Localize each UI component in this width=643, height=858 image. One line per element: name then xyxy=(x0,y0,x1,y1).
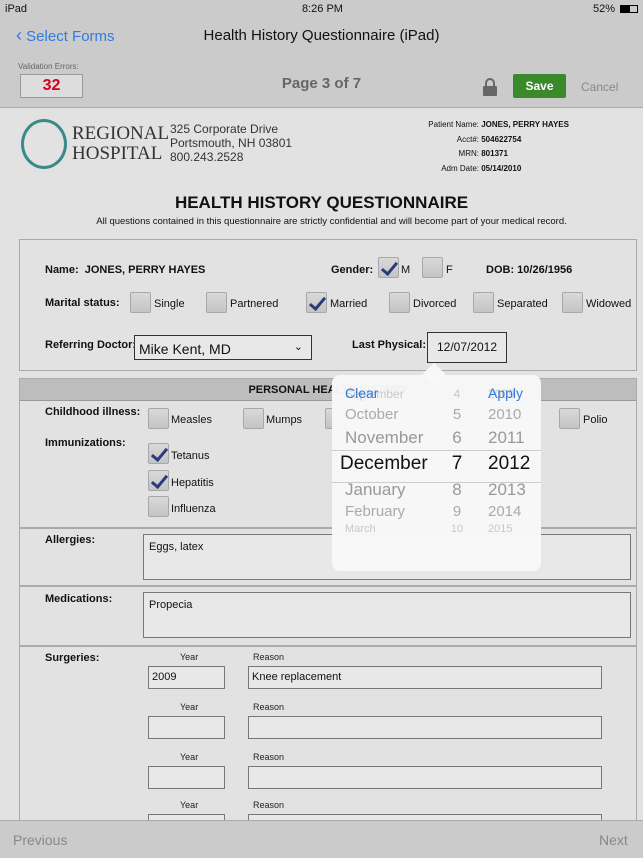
next-button[interactable]: Next xyxy=(599,832,628,848)
top-bar: iPad 8:26 PM 52% ‹ Select Forms Health H… xyxy=(0,0,643,108)
surgery-reason-input[interactable] xyxy=(248,766,602,789)
hospital-logo-text: REGIONAL HOSPITAL xyxy=(72,123,170,164)
picker-row-day[interactable]: 7 xyxy=(442,453,472,475)
year-label: Year xyxy=(180,800,199,810)
gender-m-checkbox[interactable] xyxy=(378,257,399,278)
marital-option: Widowed xyxy=(586,298,632,310)
surgeries-label: Surgeries: xyxy=(45,652,100,664)
marital-option: Divorced xyxy=(413,298,457,310)
marital-separated-checkbox[interactable] xyxy=(473,292,494,313)
reason-label: Reason xyxy=(253,752,285,762)
device-label: iPad xyxy=(5,3,28,15)
gender-f-label: F xyxy=(446,264,453,276)
year-label: Year xyxy=(180,652,199,662)
childhood-illness-label: Childhood illness: xyxy=(45,406,141,418)
marital-married-checkbox[interactable] xyxy=(306,292,327,313)
picker-row-day[interactable]: 9 xyxy=(442,503,472,520)
nav-title: Health History Questionnaire (iPad) xyxy=(203,27,440,44)
picker-row-year[interactable]: 2011 xyxy=(488,428,525,448)
hospital-address: 325 Corporate Drive Portsmouth, NH 03801 8… xyxy=(170,122,293,164)
marital-divorced-checkbox[interactable] xyxy=(389,292,410,313)
immunization-option: Tetanus xyxy=(171,450,210,462)
year-label: Year xyxy=(180,702,199,712)
picker-row-month[interactable]: November xyxy=(345,428,423,448)
referring-doctor-label: Referring Doctor: xyxy=(45,339,137,351)
hospital-logo-icon xyxy=(21,119,67,169)
footer-bar: Previous Next xyxy=(0,820,643,858)
illness-option: Measles xyxy=(171,414,212,426)
picker-row-year[interactable]: 2013 xyxy=(488,480,526,500)
medications-label: Medications: xyxy=(45,593,113,605)
marital-single-checkbox[interactable] xyxy=(130,292,151,313)
medications-input[interactable]: Propecia xyxy=(143,592,631,638)
gender-f-checkbox[interactable] xyxy=(422,257,443,278)
chevron-down-icon: ⌄ xyxy=(293,341,303,353)
illness-option: Mumps xyxy=(266,414,303,426)
picker-row-year[interactable]: 2014 xyxy=(488,503,521,520)
gender-label: Gender: xyxy=(331,264,374,276)
gender-m-label: M xyxy=(401,264,411,276)
picker-row-year[interactable]: 2015 xyxy=(488,523,512,535)
picker-row-day[interactable]: 5 xyxy=(442,406,472,423)
picker-row-day[interactable]: 6 xyxy=(442,428,472,448)
clear-button[interactable]: Clear xyxy=(345,385,378,401)
dob: DOB: 10/26/1956 xyxy=(486,264,573,276)
picker-row-month[interactable]: March xyxy=(345,523,376,535)
marital-option: Separated xyxy=(497,298,548,310)
date-picker-popover: September 4 2009 October 5 2010 November 6 2011 D… xyxy=(332,375,541,571)
picker-row-month[interactable]: December xyxy=(340,453,428,475)
picker-row-day[interactable]: 8 xyxy=(442,480,472,500)
illness-option: Polio xyxy=(583,414,608,426)
picker-row-year[interactable]: 2012 xyxy=(488,453,530,475)
lock-icon[interactable] xyxy=(483,78,497,96)
picker-row-month[interactable]: February xyxy=(345,503,405,520)
picker-row-year[interactable]: 2010 xyxy=(488,406,521,423)
hepatitis-checkbox[interactable] xyxy=(148,470,169,491)
mumps-checkbox[interactable] xyxy=(243,408,264,429)
validation-label: Validation Errors: xyxy=(18,62,79,71)
reason-label: Reason xyxy=(253,800,285,810)
immunizations-label: Immunizations: xyxy=(45,437,126,449)
reason-label: Reason xyxy=(253,702,285,712)
surgery-year-input[interactable] xyxy=(148,766,225,789)
form-subtitle: All questions contained in this question… xyxy=(96,216,567,227)
battery-text: 52% xyxy=(593,3,616,15)
last-physical-label: Last Physical: xyxy=(352,339,426,351)
cancel-button[interactable]: Cancel xyxy=(581,80,618,94)
reason-label: Reason xyxy=(253,652,285,662)
picker-row-day[interactable]: 4 xyxy=(442,387,472,401)
last-physical-input[interactable]: 12/07/2012 xyxy=(427,332,507,363)
influenza-checkbox[interactable] xyxy=(148,496,169,517)
referring-doctor-select[interactable]: Mike Kent, MD ⌄ xyxy=(134,335,312,360)
marital-option: Married xyxy=(330,298,368,310)
section-header: PERSONAL HEALTH HISTORY xyxy=(20,379,636,401)
apply-button[interactable]: Apply xyxy=(488,385,523,401)
marital-option: Single xyxy=(154,298,185,310)
picker-row-month[interactable]: October xyxy=(345,406,398,423)
marital-label: Marital status: xyxy=(45,297,120,309)
save-button[interactable]: Save xyxy=(513,74,566,98)
clock: 8:26 PM xyxy=(302,3,343,15)
surgery-year-input[interactable] xyxy=(148,716,225,739)
marital-option: Partnered xyxy=(230,298,279,310)
tetanus-checkbox[interactable] xyxy=(148,443,169,464)
surgery-reason-input[interactable]: Knee replacement xyxy=(248,666,602,689)
measles-checkbox[interactable] xyxy=(148,408,169,429)
immunization-option: Influenza xyxy=(171,503,216,515)
name-label: Name: JONES, PERRY HAYES xyxy=(45,264,206,276)
immunization-option: Hepatitis xyxy=(171,477,214,489)
form-title: HEALTH HISTORY QUESTIONNAIRE xyxy=(174,193,469,212)
picker-row-day[interactable]: 10 xyxy=(442,523,472,535)
allergies-label: Allergies: xyxy=(45,534,96,546)
surgery-year-input[interactable]: 2009 xyxy=(148,666,225,689)
marital-partnered-checkbox[interactable] xyxy=(206,292,227,313)
surgery-reason-input[interactable] xyxy=(248,716,602,739)
year-label: Year xyxy=(180,752,199,762)
patient-info: Patient Name: JONES, PERRY HAYES Acct#: … xyxy=(428,120,569,173)
picker-row-month[interactable]: January xyxy=(345,480,405,500)
polio-checkbox[interactable] xyxy=(559,408,580,429)
marital-widowed-checkbox[interactable] xyxy=(562,292,583,313)
previous-button[interactable]: Previous xyxy=(13,832,67,848)
battery-icon xyxy=(620,5,638,13)
